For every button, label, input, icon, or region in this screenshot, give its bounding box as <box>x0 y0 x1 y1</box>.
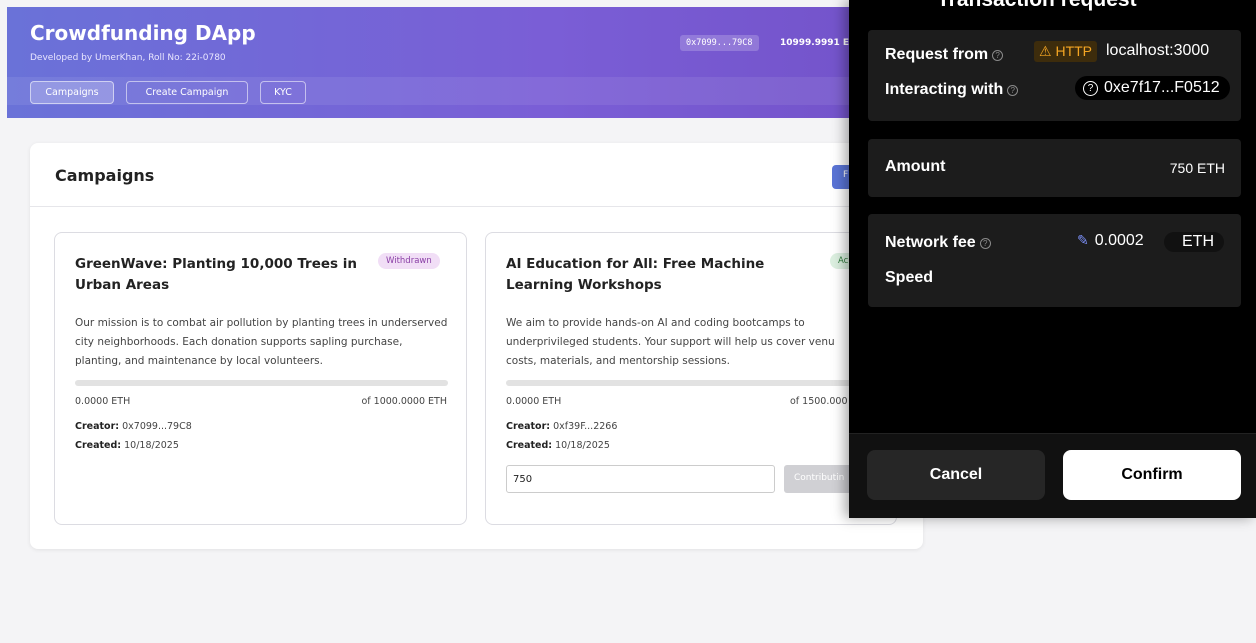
panel-header: Campaigns F <box>30 143 923 207</box>
help-icon[interactable]: ? <box>979 238 991 249</box>
amount-value: 750 ETH <box>1169 160 1225 176</box>
progress-bar <box>75 380 448 386</box>
created-date: 10/18/2025 <box>555 440 610 451</box>
created-row: Created: 10/18/2025 <box>75 440 179 451</box>
creator-label: Creator: <box>506 421 551 432</box>
contribution-amount-input[interactable] <box>506 465 775 493</box>
creator-label: Creator: <box>75 421 120 432</box>
campaign-title: AI Education for All: Free Machine Learn… <box>506 256 765 293</box>
progress-bar <box>506 380 866 386</box>
confirm-button[interactable]: Confirm <box>1063 450 1241 500</box>
help-icon[interactable]: ? <box>1007 85 1019 96</box>
nav-campaigns-button[interactable]: Campaigns <box>30 81 114 104</box>
network-fee-value-row[interactable]: ✎ 0.0002 <box>1077 232 1144 250</box>
http-label: HTTP <box>1055 43 1093 59</box>
contribute-button[interactable]: Contributin <box>784 465 854 493</box>
http-warning-chip: ⚠ HTTP <box>1034 41 1098 62</box>
created-date: 10/18/2025 <box>124 440 179 451</box>
panel-title: Campaigns <box>55 166 155 185</box>
wallet-transaction-popup: Transaction request Request from? ⚠ HTTP… <box>849 0 1256 518</box>
amount-label: Amount <box>885 158 946 175</box>
creator-row: Creator: 0xf39F...2266 <box>506 421 617 432</box>
app-subtitle: Developed by UmerKhan, Roll No: 22i-0780 <box>30 53 226 63</box>
creator-address: 0x7099...79C8 <box>122 421 192 432</box>
fee-currency-chip: ETH <box>1164 232 1224 252</box>
unknown-contract-icon: ? <box>1083 81 1098 96</box>
network-fee-section: Network fee? ✎ 0.0002 ETH Speed <box>868 214 1241 307</box>
network-fee-label: Network fee <box>885 234 976 251</box>
warning-icon: ⚠ <box>1039 43 1052 59</box>
created-label: Created: <box>75 440 122 451</box>
help-icon[interactable]: ? <box>992 50 1004 61</box>
cancel-button[interactable]: Cancel <box>867 450 1045 500</box>
interacting-with-label: Interacting with <box>885 81 1004 98</box>
wallet-footer: Cancel Confirm <box>849 433 1256 518</box>
account-balance: 10999.9991 ET <box>780 38 856 48</box>
contract-address: 0xe7f17...F0512 <box>1104 79 1220 96</box>
campaign-card: AI Education for All: Free Machine Learn… <box>485 232 897 525</box>
network-fee-row: Network fee? <box>885 234 991 252</box>
goal-amount: of 1000.0000 ETH <box>361 396 447 407</box>
app-header: Crowdfunding DApp Developed by UmerKhan,… <box>7 7 907 118</box>
status-badge: Withdrawn <box>378 253 440 269</box>
speed-label: Speed <box>885 269 934 286</box>
campaign-card: GreenWave: Planting 10,000 Trees in Urba… <box>54 232 467 525</box>
nav-create-campaign-button[interactable]: Create Campaign <box>126 81 248 104</box>
created-label: Created: <box>506 440 553 451</box>
wallet-title: Transaction request <box>937 0 1137 12</box>
network-fee-value: 0.0002 <box>1094 232 1144 249</box>
creator-address: 0xf39F...2266 <box>553 421 618 432</box>
campaign-description: Our mission is to combat air pollution b… <box>75 317 448 367</box>
campaign-title: GreenWave: Planting 10,000 Trees in Urba… <box>75 256 357 293</box>
account-address: 0x7099...79C8 <box>680 35 759 51</box>
nav-kyc-button[interactable]: KYC <box>260 81 306 104</box>
request-details-section: Request from? ⚠ HTTP localhost:3000 Inte… <box>868 30 1241 121</box>
edit-pencil-icon[interactable]: ✎ <box>1077 232 1089 248</box>
request-from-row: Request from? <box>885 46 1004 64</box>
amount-section: Amount 750 ETH <box>868 139 1241 197</box>
goal-amount: of 1500.000 <box>790 396 848 407</box>
request-from-label: Request from <box>885 46 989 63</box>
app-title: Crowdfunding DApp <box>30 21 256 45</box>
contract-address-chip[interactable]: ? 0xe7f17...F0512 <box>1075 76 1230 100</box>
created-row: Created: 10/18/2025 <box>506 440 610 451</box>
raised-amount: 0.0000 ETH <box>506 396 562 407</box>
campaign-description: We aim to provide hands-on AI and coding… <box>506 317 835 367</box>
request-host: localhost:3000 <box>1106 42 1210 59</box>
raised-amount: 0.0000 ETH <box>75 396 131 407</box>
interacting-with-row: Interacting with? <box>885 81 1019 99</box>
creator-row: Creator: 0x7099...79C8 <box>75 421 192 432</box>
